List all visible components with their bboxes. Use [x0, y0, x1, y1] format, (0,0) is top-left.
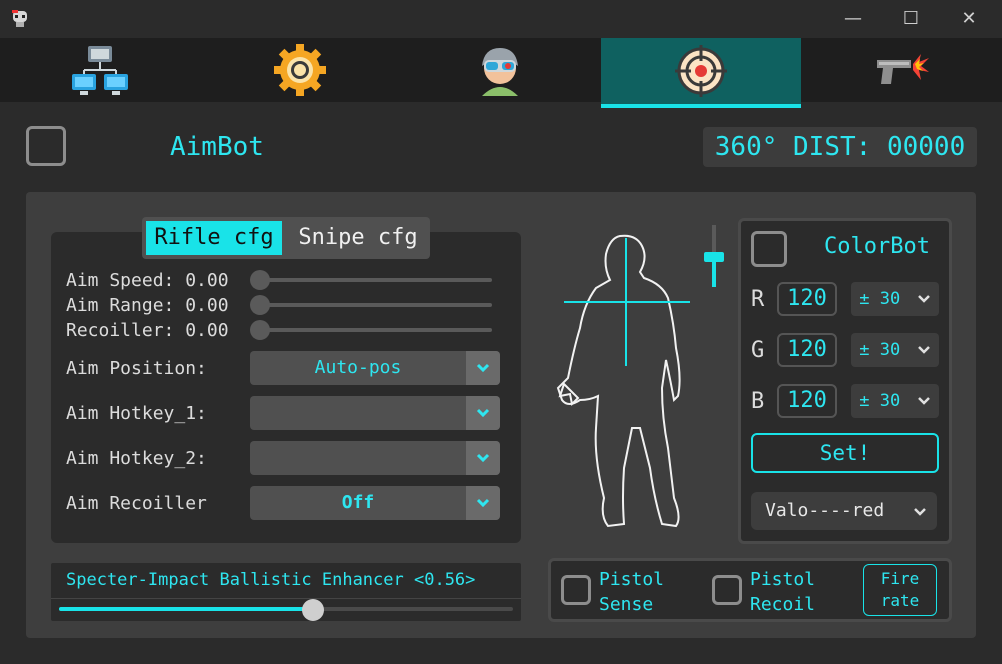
channel-b-tolerance: ± 30	[859, 391, 901, 411]
channel-g-tolerance-dropdown[interactable]: ± 30	[851, 333, 939, 367]
channel-g-input[interactable]: 120	[777, 333, 837, 367]
fire-rate-button[interactable]: Fire rate	[863, 564, 937, 616]
channel-r-input[interactable]: 120	[777, 282, 837, 316]
aim-range-slider[interactable]	[252, 303, 492, 307]
aim-recoiller-dropdown[interactable]: Off	[250, 486, 500, 520]
channel-g-label: G	[751, 338, 765, 363]
channel-r-tolerance: ± 30	[859, 289, 901, 309]
crosshair-icon	[675, 45, 727, 97]
color-preset-value: Valo----red	[765, 500, 885, 521]
pistol-sense-checkbox[interactable]	[561, 575, 591, 605]
distance-readout: 360° DIST: 00000	[703, 127, 977, 167]
aim-recoiller-value: Off	[341, 492, 375, 513]
aim-position-label: Aim Position:	[66, 358, 207, 379]
chevron-down-icon	[917, 397, 930, 405]
fire-rate-label-line1: Fire	[880, 569, 920, 588]
recoiller-slider-handle[interactable]	[250, 320, 270, 340]
tab-profile[interactable]	[400, 38, 600, 102]
pistol-recoil-checkbox[interactable]	[712, 575, 742, 605]
aim-position-value: Auto-pos	[314, 357, 402, 378]
aim-hotkey-1-dropdown[interactable]	[250, 396, 500, 430]
aim-hotkey-1-label: Aim Hotkey_1:	[66, 403, 207, 424]
vertical-slider-handle[interactable]	[704, 252, 724, 262]
chevron-down-icon	[466, 351, 500, 385]
aim-speed-slider[interactable]	[252, 278, 492, 282]
colorbot-title: ColorBot	[824, 234, 930, 259]
pistol-recoil-label: Pistol Recoil	[750, 567, 815, 617]
channel-r-tolerance-dropdown[interactable]: ± 30	[851, 282, 939, 316]
recoiller-slider[interactable]	[252, 328, 492, 332]
channel-b-tolerance-dropdown[interactable]: ± 30	[851, 384, 939, 418]
fire-rate-label-line2: rate	[880, 591, 920, 610]
gear-icon	[274, 44, 326, 96]
tab-settings[interactable]	[200, 38, 400, 102]
tab-snipe-cfg[interactable]: Snipe cfg	[290, 221, 426, 255]
chevron-down-icon	[914, 508, 926, 516]
pistol-sense-label-line2: Sense	[599, 594, 654, 615]
chevron-down-icon	[466, 441, 500, 475]
tab-rifle-cfg[interactable]: Rifle cfg	[146, 221, 282, 255]
tab-aimbot[interactable]	[601, 38, 801, 108]
maximize-button[interactable]: ☐	[896, 4, 926, 34]
network-icon	[72, 46, 128, 95]
aim-hotkey-2-value	[250, 441, 466, 475]
aimbot-enable-checkbox[interactable]	[26, 126, 66, 166]
channel-b-input[interactable]: 120	[777, 384, 837, 418]
minimize-button[interactable]: —	[838, 4, 868, 34]
aim-speed-label: Aim Speed: 0.00	[66, 270, 229, 291]
pistol-icon	[877, 54, 929, 84]
aim-hotkey-2-dropdown[interactable]	[250, 441, 500, 475]
pistol-sense-label-line1: Pistol	[599, 569, 665, 590]
color-preset-dropdown[interactable]: Valo----red	[751, 492, 937, 530]
enhancer-slider-handle[interactable]	[302, 599, 324, 621]
enhancer-label: Specter-Impact Ballistic Enhancer <0.56>	[66, 570, 476, 590]
close-button[interactable]: ✕	[954, 4, 984, 34]
aim-hotkey-2-label: Aim Hotkey_2:	[66, 448, 207, 469]
tab-bar	[0, 38, 1002, 108]
set-button[interactable]: Set!	[751, 433, 939, 473]
pistol-sense-label: Pistol Sense	[599, 567, 664, 617]
title-bar: — ☐ ✕	[0, 0, 1002, 38]
divider	[51, 598, 521, 599]
tab-network[interactable]	[0, 38, 200, 102]
colorbot-checkbox[interactable]	[751, 231, 787, 267]
chevron-down-icon	[466, 396, 500, 430]
chevron-down-icon	[917, 346, 930, 354]
channel-g-tolerance: ± 30	[859, 340, 901, 360]
page-title: AimBot	[170, 132, 264, 162]
recoiller-label: Recoiller: 0.00	[66, 320, 229, 341]
chevron-down-icon	[917, 295, 930, 303]
app-icon	[12, 10, 27, 27]
channel-b-label: B	[751, 389, 765, 414]
aim-range-label: Aim Range: 0.00	[66, 295, 229, 316]
soldier-icon	[482, 48, 518, 96]
channel-r-label: R	[751, 287, 765, 312]
body-target-figure	[556, 234, 690, 528]
tab-weapons[interactable]	[801, 38, 1001, 102]
aim-range-slider-handle[interactable]	[250, 295, 270, 315]
aim-speed-slider-handle[interactable]	[250, 270, 270, 290]
aim-hotkey-1-value	[250, 396, 466, 430]
pistol-recoil-label-line1: Pistol	[750, 569, 816, 590]
aim-recoiller-label: Aim Recoiller	[66, 493, 207, 514]
enhancer-slider-fill	[59, 607, 313, 611]
chevron-down-icon	[466, 486, 500, 520]
aim-position-dropdown[interactable]: Auto-pos	[250, 351, 500, 385]
pistol-recoil-label-line2: Recoil	[750, 594, 816, 615]
